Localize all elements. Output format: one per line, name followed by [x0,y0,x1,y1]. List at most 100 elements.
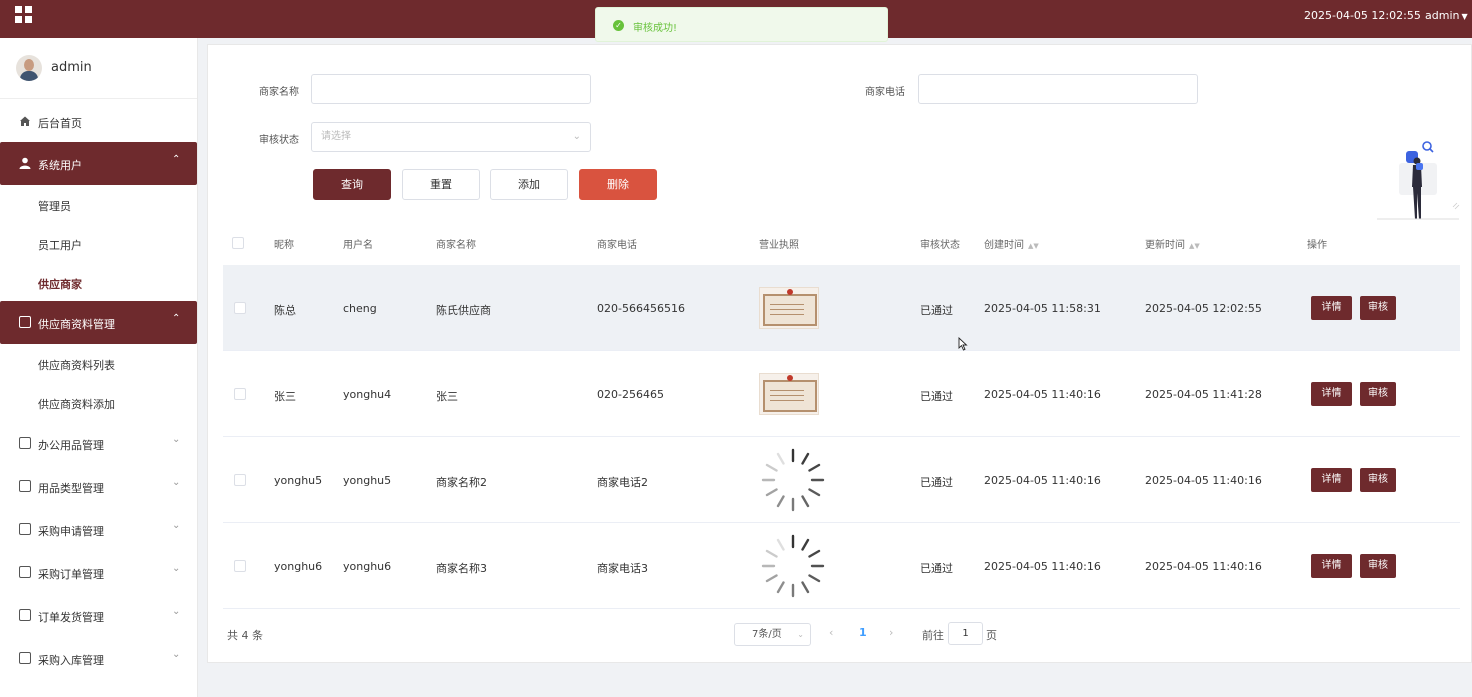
detail-button[interactable]: 详情 [1311,382,1352,406]
cell-audit-status: 已通过 [920,304,953,317]
sidebar-item-label: 管理员 [38,200,71,213]
current-page[interactable]: 1 [859,626,867,639]
license-image[interactable] [759,373,819,415]
sidebar-item-label: 采购订单管理 [38,568,104,581]
cell-nickname: yonghu6 [274,560,323,573]
audit-button[interactable]: 审核 [1360,382,1396,406]
cell-username: yonghu5 [343,474,392,487]
cell-created-time: 2025-04-05 11:40:16 [984,388,1101,401]
chevron-down-icon: ⌄ [172,520,181,531]
merchant-phone-input[interactable] [918,74,1198,104]
reset-button[interactable]: 重置 [402,169,480,200]
sidebar-item-staff-users[interactable]: 员工用户 [0,224,197,263]
sidebar-item-supplier-info[interactable]: 供应商资料管理 ⌃ [0,301,197,344]
cell-audit-status: 已通过 [920,562,953,575]
sidebar-item-office-supplies[interactable]: 办公用品管理 ⌄ [0,422,197,465]
sidebar-item-supplier-list[interactable]: 供应商资料列表 [0,344,197,383]
total-count: 共 4 条 [227,629,263,642]
cell-updated-time: 2025-04-05 11:41:28 [1145,388,1262,401]
cell-updated-time: 2025-04-05 12:02:55 [1145,302,1262,315]
query-button[interactable]: 查询 [313,169,391,200]
sidebar-item-label: 订单发货管理 [38,611,104,624]
sort-icon[interactable]: ▲▼ [1028,242,1039,250]
sidebar-item-label: 系统用户 [38,159,82,172]
doc-icon [19,652,31,664]
add-button[interactable]: 添加 [490,169,568,200]
loading-spinner-icon [761,534,825,598]
cell-username: yonghu4 [343,388,392,401]
avatar [16,55,42,81]
page-size-select[interactable]: 7条/页 ⌄ [734,623,811,646]
chevron-down-icon: ⌄ [797,630,804,639]
merchant-name-label: 商家名称 [259,87,299,98]
merchant-phone-label: 商家电话 [865,87,905,98]
header-audit-status: 审核状态 [920,240,960,251]
table-row: yonghu5 yonghu5 商家名称2 商家电话2 已通过 2025-04-… [223,437,1460,523]
sidebar-item-supply-types[interactable]: 用品类型管理 ⌄ [0,465,197,508]
sidebar-item-system-users[interactable]: 系统用户 ⌃ [0,142,197,185]
row-checkbox[interactable] [234,388,246,400]
header-updated-time[interactable]: 更新时间 ▲▼ [1145,236,1200,251]
goto-page-input[interactable]: 1 [948,622,983,645]
success-toast: ✓ 审核成功! [595,7,888,42]
main-panel: 商家名称 商家电话 审核状态 请选择 ⌄ 查询 重置 添加 删除 昵称 用户名 … [207,44,1472,663]
header-license: 营业执照 [759,240,799,251]
sidebar-item-home[interactable]: 后台首页 [0,100,197,143]
doc-icon [19,566,31,578]
chevron-up-icon: ⌃ [172,154,181,165]
sidebar-item-purchase-inbound[interactable]: 采购入库管理 ⌄ [0,637,197,680]
audit-status-select[interactable]: 请选择 ⌄ [311,122,591,152]
cell-created-time: 2025-04-05 11:40:16 [984,474,1101,487]
sort-icon[interactable]: ▲▼ [1189,242,1200,250]
user-menu[interactable]: admin ▼ [1425,9,1468,22]
detail-button[interactable]: 详情 [1311,468,1352,492]
select-all-checkbox[interactable] [232,237,244,249]
sidebar-item-purchase-requests[interactable]: 采购申请管理 ⌄ [0,508,197,551]
row-checkbox[interactable] [234,560,246,572]
audit-button[interactable]: 审核 [1360,296,1396,320]
user-icon [19,157,31,169]
sidebar-item-supplier-add[interactable]: 供应商资料添加 [0,383,197,422]
cell-merchant-phone: 020-566456516 [597,302,685,315]
header-actions: 操作 [1307,240,1327,251]
cell-audit-status: 已通过 [920,476,953,489]
sidebar-item-label: 供应商资料列表 [38,359,115,372]
next-page-icon[interactable]: › [889,626,893,639]
user-menu-label: admin [1425,9,1460,22]
sidebar-item-order-shipping[interactable]: 订单发货管理 ⌄ [0,594,197,637]
table-row: 张三 yonghu4 张三 020-256465 已通过 2025-04-05 … [223,351,1460,437]
row-checkbox[interactable] [234,302,246,314]
header-merchant-phone: 商家电话 [597,240,637,251]
header-nickname: 昵称 [274,240,294,251]
toast-message: 审核成功! [633,23,678,34]
row-checkbox[interactable] [234,474,246,486]
sidebar-item-label: 供应商资料添加 [38,398,115,411]
cell-merchant-phone: 020-256465 [597,388,664,401]
delete-button[interactable]: 删除 [579,169,657,200]
audit-status-placeholder: 请选择 [321,131,351,142]
table-row: yonghu6 yonghu6 商家名称3 商家电话3 已通过 2025-04-… [223,523,1460,609]
doc-icon [19,609,31,621]
merchant-name-input[interactable] [311,74,591,104]
license-image[interactable] [759,287,819,329]
sidebar-item-purchase-orders[interactable]: 采购订单管理 ⌄ [0,551,197,594]
prev-page-icon[interactable]: ‹ [829,626,833,639]
audit-button[interactable]: 审核 [1360,554,1396,578]
cell-updated-time: 2025-04-05 11:40:16 [1145,474,1262,487]
doc-icon [19,316,31,328]
sidebar-item-suppliers[interactable]: 供应商家 [0,263,197,302]
doc-icon [19,480,31,492]
chevron-down-icon: ⌄ [172,434,181,445]
cell-nickname: 陈总 [274,304,296,317]
header-created-time[interactable]: 创建时间 ▲▼ [984,236,1039,251]
sidebar-item-label: 采购申请管理 [38,525,104,538]
grid-menu-icon[interactable] [15,6,33,24]
sidebar-item-admin[interactable]: 管理员 [0,185,197,224]
audit-button[interactable]: 审核 [1360,468,1396,492]
detail-button[interactable]: 详情 [1311,554,1352,578]
detail-button[interactable]: 详情 [1311,296,1352,320]
home-icon [20,116,30,126]
cell-merchant-name: 商家名称2 [436,476,487,489]
cell-username: cheng [343,302,377,315]
cell-merchant-name: 张三 [436,390,458,403]
